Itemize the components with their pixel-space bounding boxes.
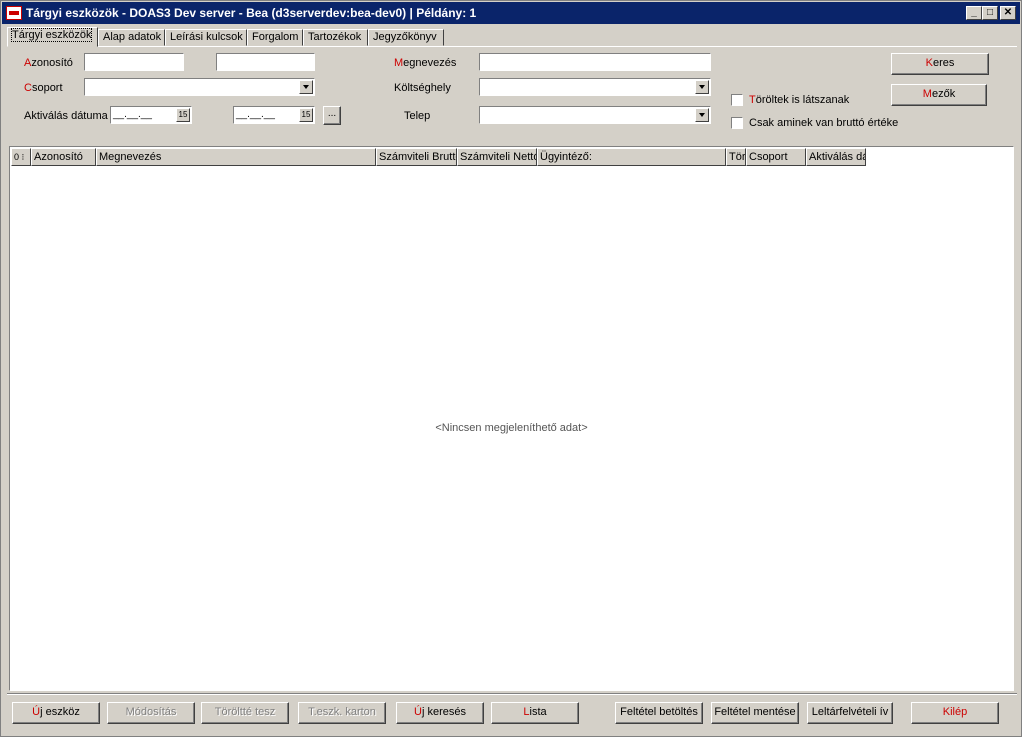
brutto-label: Csak aminek van bruttó értéke bbox=[749, 117, 899, 129]
grid-header-aktivalas[interactable]: Aktiválás dá bbox=[806, 148, 866, 166]
aktivalas-from-date[interactable]: __.__.__ 15 bbox=[110, 106, 192, 124]
results-grid[interactable]: 0 ⁝ Azonosító Megnevezés Számviteli Brut… bbox=[9, 146, 1014, 691]
aktivalas-to-date[interactable]: __.__.__ 15 bbox=[233, 106, 315, 124]
megnevezes-input[interactable] bbox=[479, 53, 711, 71]
grid-header-szamviteli-brutto[interactable]: Számviteli Bruttó bbox=[376, 148, 457, 166]
tab-leirasi-kulcsok[interactable]: Leírási kulcsok bbox=[165, 29, 247, 46]
chevron-down-icon[interactable] bbox=[299, 80, 313, 94]
bottom-toolbar: Új eszköz Módosítás Töröltté tesz T.eszk… bbox=[7, 693, 1017, 732]
grid-header-azonosito[interactable]: Azonosító bbox=[31, 148, 96, 166]
window-title: Tárgyi eszközök - DOAS3 Dev server - Bea… bbox=[26, 6, 477, 20]
tab-forgalom[interactable]: Forgalom bbox=[247, 29, 303, 46]
grid-header-szamviteli-netto[interactable]: Számviteli Nettó bbox=[457, 148, 537, 166]
torolte-tesz-button[interactable]: Töröltté tesz bbox=[201, 702, 289, 724]
grid-header-selector[interactable]: 0 ⁝ bbox=[11, 148, 31, 166]
title-bar: Tárgyi eszközök - DOAS3 Dev server - Bea… bbox=[2, 2, 1020, 24]
tab-jegyzokonyv[interactable]: Jegyzőkönyv bbox=[368, 29, 444, 46]
grid-header-torolt[interactable]: Tör bbox=[726, 148, 746, 166]
aktivalas-label: Aktiválás dátuma bbox=[24, 110, 108, 122]
feltetel-mentese-button[interactable]: Feltétel mentése bbox=[711, 702, 799, 724]
tab-targyi-eszkozok[interactable]: Tárgyi eszközök bbox=[7, 27, 98, 47]
tab-tartozekok[interactable]: Tartozékok bbox=[303, 29, 368, 46]
feltetel-betoltes-button[interactable]: Feltétel betöltés bbox=[615, 702, 703, 724]
grid-header-megnevezes[interactable]: Megnevezés bbox=[96, 148, 376, 166]
uj-kereses-button[interactable]: Új keresés bbox=[396, 702, 484, 724]
teszk-karton-button[interactable]: T.eszk. karton bbox=[298, 702, 386, 724]
lista-button[interactable]: Lista bbox=[491, 702, 579, 724]
date-range-more-button[interactable]: ... bbox=[323, 106, 341, 125]
azonosito-from-input[interactable] bbox=[84, 53, 184, 71]
brutto-checkbox[interactable] bbox=[731, 117, 743, 129]
grid-header-ugyintezo[interactable]: Ügyintéző: bbox=[537, 148, 726, 166]
toroltek-checkbox[interactable] bbox=[731, 94, 743, 106]
csoport-select[interactable] bbox=[84, 78, 315, 96]
telep-label: Telep bbox=[404, 110, 431, 122]
csoport-label: Csoport bbox=[24, 82, 63, 94]
chevron-down-icon[interactable] bbox=[695, 108, 709, 122]
uj-eszkoz-button[interactable]: Új eszköz bbox=[12, 702, 100, 724]
filter-panel: Azonosító Csoport Aktiválás dátuma __.__… bbox=[7, 46, 1017, 144]
grid-header-csoport[interactable]: Csoport bbox=[746, 148, 806, 166]
toroltek-label: Töröltek is látszanak bbox=[749, 94, 850, 106]
maximize-button[interactable]: □ bbox=[982, 6, 998, 20]
koltseghely-label: Költséghely bbox=[394, 82, 451, 94]
azonosito-label: Azonosító bbox=[24, 57, 73, 69]
calendar-icon[interactable]: 15 bbox=[299, 108, 313, 122]
app-icon bbox=[6, 6, 22, 20]
chevron-down-icon[interactable] bbox=[695, 80, 709, 94]
empty-message: <Nincsen megjeleníthető adat> bbox=[435, 422, 588, 434]
telep-select[interactable] bbox=[479, 106, 711, 124]
minimize-button[interactable]: _ bbox=[966, 6, 982, 20]
leltarfelveteli-iv-button[interactable]: Leltárfelvételi ív bbox=[807, 702, 893, 724]
mezok-button[interactable]: Mezők bbox=[891, 84, 987, 106]
calendar-icon[interactable]: 15 bbox=[176, 108, 190, 122]
keres-button[interactable]: Keres bbox=[891, 53, 989, 75]
kilep-button[interactable]: Kilép bbox=[911, 702, 999, 724]
azonosito-to-input[interactable] bbox=[216, 53, 315, 71]
main-window: Tárgyi eszközök - DOAS3 Dev server - Bea… bbox=[0, 0, 1022, 737]
tab-alap-adatok[interactable]: Alap adatok bbox=[98, 29, 165, 46]
koltseghely-select[interactable] bbox=[479, 78, 711, 96]
close-button[interactable]: ✕ bbox=[1000, 6, 1016, 20]
megnevezes-label: Megnevezés bbox=[394, 57, 457, 69]
modositas-button[interactable]: Módosítás bbox=[107, 702, 195, 724]
